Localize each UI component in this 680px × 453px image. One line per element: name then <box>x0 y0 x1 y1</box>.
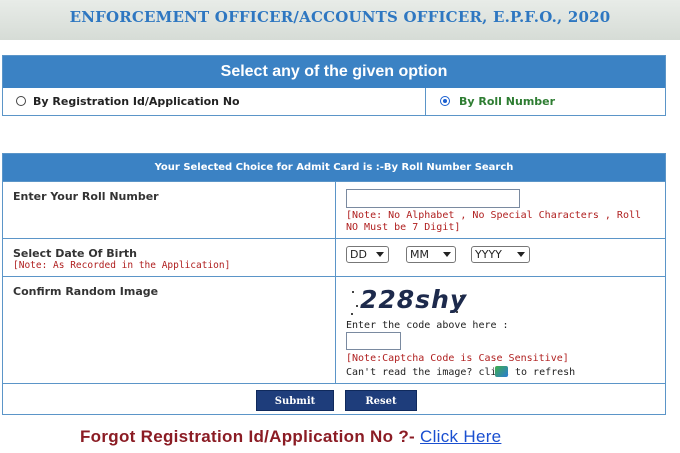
submit-button[interactable]: Submit <box>256 390 334 411</box>
registration-radio[interactable] <box>16 96 26 106</box>
roll-number-input[interactable] <box>346 189 520 208</box>
captcha-label: Confirm Random Image <box>13 285 159 298</box>
dob-day-value: DD <box>350 248 367 261</box>
captcha-code: 228shy <box>360 285 468 314</box>
roll-number-label: Enter Your Roll Number <box>13 190 159 203</box>
dob-year-select[interactable]: YYYY <box>471 246 530 263</box>
captcha-input[interactable] <box>346 332 401 350</box>
page-title: ENFORCEMENT OFFICER/ACCOUNTS OFFICER, E.… <box>69 8 611 26</box>
forgot-registration-line: Forgot Registration Id/Application No ?-… <box>80 427 501 447</box>
roll-number-note: [Note: No Alphabet , No Special Characte… <box>346 210 642 233</box>
admit-card-form: Your Selected Choice for Admit Card is :… <box>2 153 666 415</box>
page-header: ENFORCEMENT OFFICER/ACCOUNTS OFFICER, E.… <box>0 0 680 40</box>
dob-day-select[interactable]: DD <box>346 246 389 263</box>
roll-number-radio-label[interactable]: By Roll Number <box>459 95 555 108</box>
forgot-text: Forgot Registration Id/Application No ?- <box>80 427 415 446</box>
refresh-icon[interactable] <box>495 366 508 377</box>
dob-note: [Note: As Recorded in the Application] <box>13 260 231 271</box>
roll-number-label-cell: Enter Your Roll Number <box>3 182 336 238</box>
captcha-image: 228shy <box>348 285 466 317</box>
roll-number-radio[interactable] <box>440 96 450 106</box>
dob-label: Select Date Of Birth <box>13 247 137 260</box>
registration-radio-label[interactable]: By Registration Id/Application No <box>33 95 240 108</box>
dob-label-cell: Select Date Of Birth [Note: As Recorded … <box>3 239 336 276</box>
chevron-down-icon <box>376 252 384 257</box>
form-title: Your Selected Choice for Admit Card is :… <box>3 154 665 181</box>
option-row: By Registration Id/Application No By Rol… <box>3 88 665 115</box>
option-panel: Select any of the given option By Regist… <box>2 55 666 116</box>
captcha-noise <box>352 291 354 293</box>
captcha-label-cell: Confirm Random Image <box>3 277 336 383</box>
dob-month-select[interactable]: MM <box>406 246 456 263</box>
reset-button[interactable]: Reset <box>345 390 417 411</box>
dob-month-value: MM <box>410 248 429 261</box>
captcha-noise <box>351 313 353 315</box>
chevron-down-icon <box>443 252 451 257</box>
captcha-prompt: Enter the code above here : <box>346 320 509 331</box>
button-row: Submit Reset <box>3 383 665 418</box>
roll-number-row: Enter Your Roll Number [Note: No Alphabe… <box>3 181 665 238</box>
dob-row: Select Date Of Birth [Note: As Recorded … <box>3 238 665 276</box>
captcha-noise <box>356 305 358 307</box>
captcha-row: Confirm Random Image 228shy Enter the co… <box>3 276 665 383</box>
captcha-note: [Note:Captcha Code is Case Sensitive] <box>346 353 569 364</box>
cant-read-text: Can't read the image? click <box>346 367 509 378</box>
chevron-down-icon <box>517 252 525 257</box>
dob-year-value: YYYY <box>475 248 502 261</box>
option-registration[interactable]: By Registration Id/Application No <box>3 88 426 115</box>
to-refresh-text: to refresh <box>515 367 576 378</box>
option-panel-title: Select any of the given option <box>3 56 665 88</box>
click-here-link[interactable]: Click Here <box>420 427 501 446</box>
